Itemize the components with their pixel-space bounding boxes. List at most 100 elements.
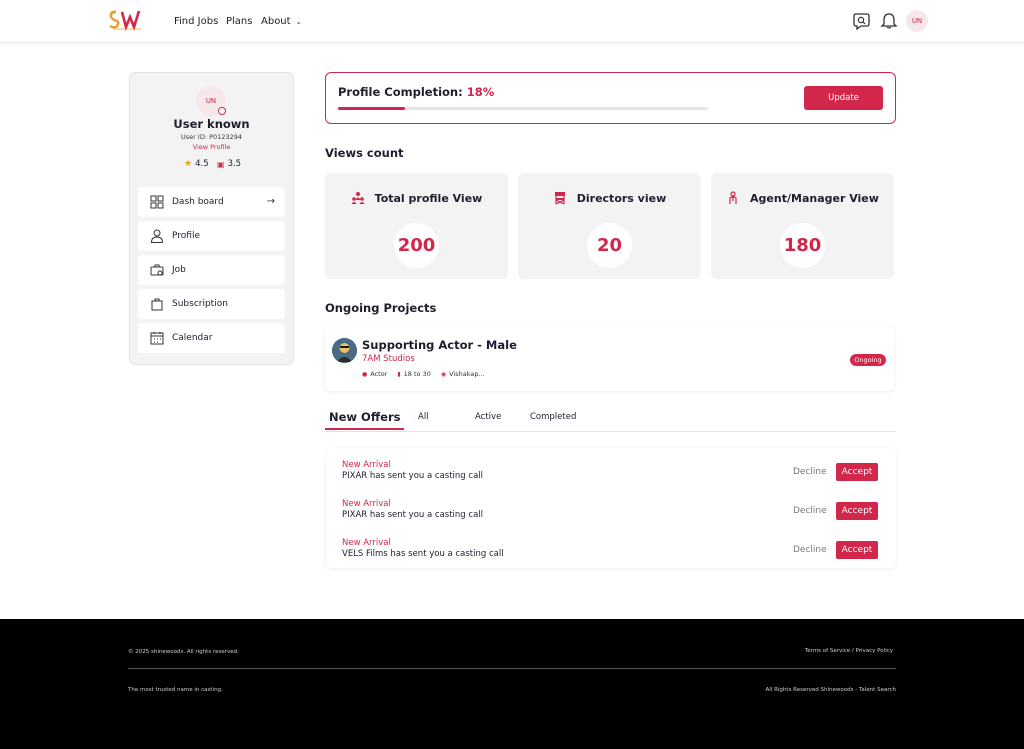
project-studio: 7AM Studios (362, 354, 415, 364)
offer-message: VELS Films has sent you a casting call (342, 549, 504, 559)
copyright-text: © 2025 shinewoods. All rights reserved. (128, 649, 239, 655)
calendar-icon (150, 332, 164, 345)
card-value: 200 (394, 223, 439, 268)
terms-privacy-links[interactable]: Terms of Service / Privacy Policy (805, 648, 893, 654)
sidebar-item-calendar[interactable]: Calendar (138, 323, 285, 353)
star-rating-value: 4.5 (195, 159, 209, 169)
card-label: Agent/Manager View (750, 191, 879, 205)
decline-button[interactable]: Decline (793, 506, 827, 516)
sidebar-item-label: Profile (172, 231, 200, 241)
job-icon (150, 264, 164, 276)
ongoing-projects-title: Ongoing Projects (325, 301, 437, 315)
sidebar-item-dashboard[interactable]: Dash board → (138, 187, 285, 217)
profile-completion-percent: 18% (466, 85, 495, 99)
profile-completion-label: Profile Completion: (338, 85, 467, 99)
list-item: New Arrival PIXAR has sent you a casting… (342, 499, 882, 529)
book-rating-value: 3.5 (227, 159, 242, 169)
sidebar-item-label: Calendar (172, 333, 213, 343)
new-arrival-label: New Arrival (342, 460, 391, 470)
total-profile-view-card: Total profile View 200 (325, 173, 508, 279)
sidebar-item-profile[interactable]: Profile (138, 221, 285, 251)
update-button[interactable]: Update (804, 86, 883, 110)
book-icon: ▣ (217, 159, 225, 169)
profile-completion-fill (338, 107, 405, 110)
people-icon (351, 192, 365, 205)
offers-tabs: New Offers All Active Completed (325, 404, 896, 432)
user-icon (150, 229, 164, 243)
decline-button[interactable]: Decline (793, 545, 827, 555)
arrow-right-icon: → (266, 196, 275, 207)
verified-badge-icon (218, 107, 226, 115)
search-jobs-icon[interactable] (853, 12, 871, 30)
nav-about-label: About (261, 16, 291, 27)
person-icon: ● (362, 370, 368, 378)
project-card[interactable]: Supporting Actor - Male 7AM Studios ● Act… (325, 326, 894, 391)
tab-new-offers[interactable]: New Offers (325, 410, 405, 430)
project-title: Supporting Actor - Male (362, 338, 517, 352)
chevron-down-icon: ⌄ (295, 18, 302, 26)
tag-age: ▮ 18 to 30 (397, 370, 431, 378)
star-rating: ★ 4.5 (184, 159, 209, 169)
bag-icon (151, 298, 163, 311)
sidebar-item-label: Subscription (172, 299, 228, 309)
new-arrival-label: New Arrival (342, 538, 391, 548)
card-label: Total profile View (374, 191, 483, 205)
directors-view-card: Directors view 20 (518, 173, 701, 279)
agent-manager-view-card: Agent/Manager View 180 (711, 173, 894, 279)
tab-active[interactable]: Active (475, 412, 501, 422)
book-rating: ▣ 3.5 (217, 159, 241, 169)
tag-location: ◉ Vishakap... (441, 370, 485, 378)
accept-button[interactable]: Accept (836, 502, 878, 520)
tab-all[interactable]: All (418, 412, 429, 422)
profile-completion-bar (338, 107, 708, 110)
card-value: 20 (587, 223, 632, 268)
tag-age-label: 18 to 30 (403, 370, 431, 378)
card-value: 180 (780, 223, 825, 268)
tag-role: ● Actor (362, 370, 387, 378)
shinewoods-logo[interactable] (108, 9, 146, 31)
offer-message: PIXAR has sent you a casting call (342, 510, 484, 520)
bell-icon[interactable] (880, 12, 898, 30)
tag-role-label: Actor (370, 370, 388, 378)
footer: © 2025 shinewoods. All rights reserved. … (0, 619, 1024, 749)
footer-divider (128, 668, 896, 669)
profile-completion-card: Profile Completion: 18% Update (325, 72, 896, 124)
accept-button[interactable]: Accept (836, 463, 878, 481)
accept-button[interactable]: Accept (836, 541, 878, 559)
card-label: Directors view (576, 191, 667, 205)
list-item: New Arrival VELS Films has sent you a ca… (342, 538, 882, 568)
top-header: Find Jobs Plans About ⌄ UN (0, 0, 1024, 43)
profile-sidebar: UN User known User ID: P0123294 View Pro… (129, 72, 294, 365)
profile-completion-title: Profile Completion: 18% (338, 85, 494, 99)
status-badge: Ongoing (850, 354, 886, 366)
new-arrival-label: New Arrival (342, 499, 391, 509)
project-avatar-image (332, 338, 357, 363)
project-avatar (332, 338, 357, 363)
project-tags: ● Actor ▮ 18 to 30 ◉ Vishakap... (362, 370, 485, 378)
views-count-title: Views count (325, 146, 404, 160)
offers-list: New Arrival PIXAR has sent you a casting… (326, 448, 896, 568)
age-chart-icon: ▮ (397, 370, 401, 378)
sidebar-item-job[interactable]: Job (138, 255, 285, 285)
offer-message: PIXAR has sent you a casting call (342, 471, 484, 481)
star-icon: ★ (184, 159, 193, 169)
rights-text: All Rights Reserved Shinewoods - Talent … (765, 687, 896, 693)
sidebar-item-label: Dash board (172, 197, 224, 207)
user-name: User known (173, 117, 250, 131)
user-avatar-button[interactable]: UN (906, 10, 928, 32)
tag-location-label: Vishakap... (449, 370, 485, 378)
dashboard-icon (150, 195, 164, 209)
agent-icon (729, 191, 737, 204)
sidebar-item-subscription[interactable]: Subscription (138, 289, 285, 319)
decline-button[interactable]: Decline (793, 467, 827, 477)
tab-completed[interactable]: Completed (530, 412, 576, 422)
view-profile-link[interactable]: View Profile (130, 143, 293, 151)
nav-find-jobs[interactable]: Find Jobs (174, 16, 218, 27)
nav-about[interactable]: About ⌄ (261, 16, 302, 27)
location-pin-icon: ◉ (440, 370, 447, 378)
nav-plans[interactable]: Plans (226, 16, 252, 27)
sidebar-item-label: Job (172, 265, 186, 275)
user-id: User ID: P0123294 (181, 133, 242, 141)
director-chair-icon (554, 192, 565, 205)
list-item: New Arrival PIXAR has sent you a casting… (342, 460, 882, 490)
